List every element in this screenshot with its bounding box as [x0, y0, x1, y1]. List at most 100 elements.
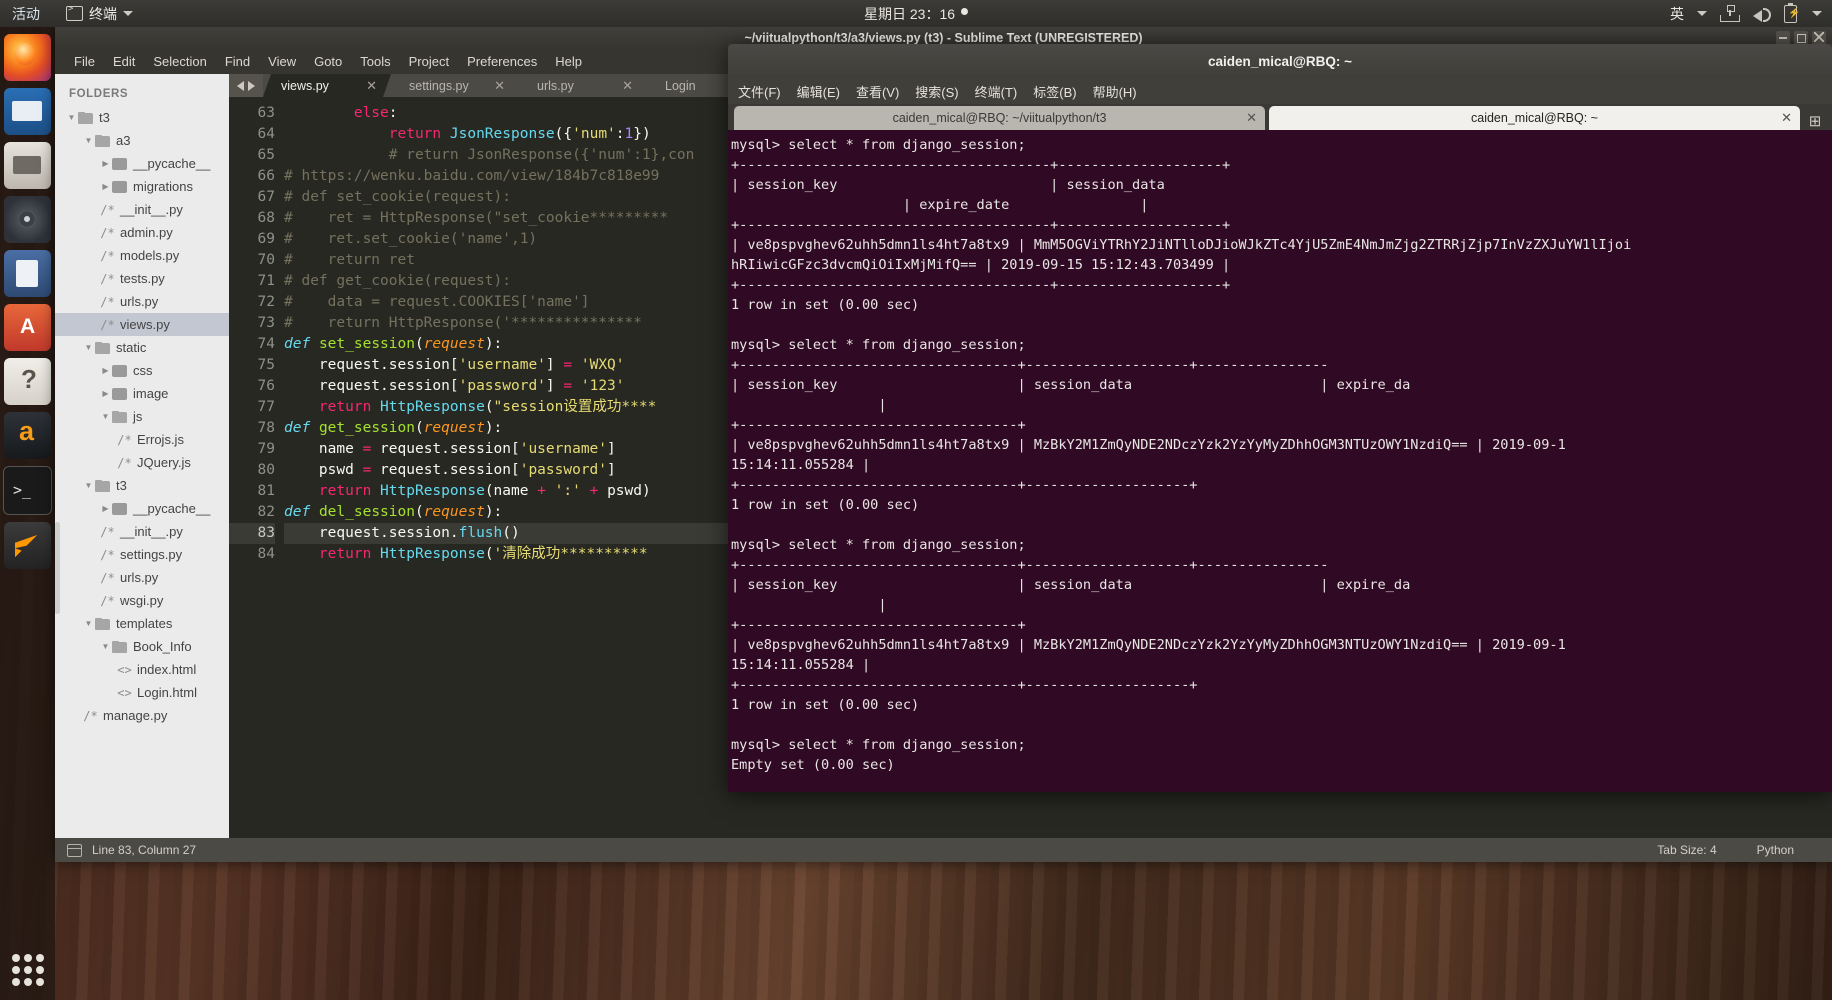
launcher-item-help[interactable] [4, 358, 51, 405]
minimize-icon[interactable] [1765, 53, 1780, 68]
terminal-menu-5[interactable]: 标签(B) [1025, 79, 1084, 104]
editor-tab-settings-py[interactable]: settings.py ✕ [391, 74, 519, 97]
system-menu-chevron-down-icon[interactable] [1812, 11, 1822, 16]
terminal-menu-0[interactable]: 文件(F) [730, 79, 789, 104]
close-icon[interactable]: ✕ [366, 78, 377, 94]
terminal-menu-2[interactable]: 查看(V) [848, 79, 907, 104]
twisty-open-icon[interactable]: ▼ [82, 343, 95, 352]
twisty-closed-icon[interactable]: ▶ [99, 366, 112, 375]
sublime-menu-find[interactable]: Find [216, 51, 259, 72]
file-item[interactable]: /* views.py [55, 313, 229, 336]
launcher-item-amazon[interactable] [4, 412, 51, 459]
close-icon[interactable]: ✕ [1781, 110, 1792, 126]
launcher-item-rhythmbox[interactable] [4, 196, 51, 243]
folder-item[interactable]: ▼ Book_Info [55, 635, 229, 658]
file-item[interactable]: /* tests.py [55, 267, 229, 290]
file-item[interactable]: <> index.html [55, 658, 229, 681]
sidebar-toggle-icon[interactable] [67, 843, 82, 857]
folder-item[interactable]: ▶ __pycache__ [55, 152, 229, 175]
sublime-menu-selection[interactable]: Selection [144, 51, 215, 72]
syntax-label[interactable]: Python [1757, 843, 1794, 857]
folder-item[interactable]: ▶ image [55, 382, 229, 405]
folder-item[interactable]: ▼ t3 [55, 106, 229, 129]
file-item[interactable]: /* manage.py [55, 704, 229, 727]
terminal-menu-3[interactable]: 搜索(S) [907, 79, 966, 104]
editor-tab-urls-py[interactable]: urls.py ✕ [519, 74, 647, 97]
close-icon[interactable] [1809, 53, 1824, 68]
close-icon[interactable]: ✕ [622, 78, 633, 94]
file-item[interactable]: <> Login.html [55, 681, 229, 704]
maximize-icon[interactable] [1794, 31, 1808, 45]
folder-item[interactable]: ▼ a3 [55, 129, 229, 152]
twisty-open-icon[interactable]: ▼ [82, 481, 95, 490]
file-item[interactable]: /* urls.py [55, 566, 229, 589]
twisty-closed-icon[interactable]: ▶ [99, 504, 112, 513]
terminal-menu-6[interactable]: 帮助(H) [1085, 79, 1145, 104]
terminal-output[interactable]: mysql> select * from django_session; +--… [728, 130, 1832, 792]
folder-item[interactable]: ▼ js [55, 405, 229, 428]
close-icon[interactable]: ✕ [494, 78, 505, 94]
new-tab-icon[interactable]: ⊞ [1804, 112, 1826, 130]
input-method-label[interactable]: 英 [1670, 4, 1684, 24]
close-icon[interactable] [1812, 31, 1826, 45]
sublime-menu-view[interactable]: View [259, 51, 305, 72]
folder-item[interactable]: ▼ templates [55, 612, 229, 635]
sublime-menu-tools[interactable]: Tools [351, 51, 399, 72]
sublime-menu-edit[interactable]: Edit [104, 51, 144, 72]
file-item[interactable]: /* admin.py [55, 221, 229, 244]
launcher-item-thunderbird[interactable] [4, 88, 51, 135]
launcher-item-sublime[interactable] [4, 522, 51, 569]
show-applications-button[interactable] [12, 954, 44, 986]
terminal-tab-0[interactable]: caiden_mical@RBQ: ~/viitualpython/t3 ✕ [734, 106, 1265, 130]
launcher-item-firefox[interactable] [4, 34, 51, 81]
sublime-menu-preferences[interactable]: Preferences [458, 51, 546, 72]
file-item[interactable]: /* __init__.py [55, 198, 229, 221]
launcher-item-ubuntu-software[interactable] [4, 304, 51, 351]
twisty-open-icon[interactable]: ▼ [82, 619, 95, 628]
twisty-closed-icon[interactable]: ▶ [99, 159, 112, 168]
file-item[interactable]: /* wsgi.py [55, 589, 229, 612]
clock-button[interactable]: 星期日 23：16 [864, 4, 969, 24]
twisty-open-icon[interactable]: ▼ [99, 412, 112, 421]
folder-item[interactable]: ▼ t3 [55, 474, 229, 497]
close-icon[interactable]: ✕ [1246, 110, 1257, 126]
folder-item[interactable]: ▶ __pycache__ [55, 497, 229, 520]
folder-item[interactable]: ▶ css [55, 359, 229, 382]
terminal-menu-4[interactable]: 终端(T) [967, 79, 1026, 104]
sublime-menu-project[interactable]: Project [400, 51, 458, 72]
folder-item[interactable]: ▶ migrations [55, 175, 229, 198]
file-item[interactable]: /* settings.py [55, 543, 229, 566]
file-item[interactable]: /* urls.py [55, 290, 229, 313]
file-item[interactable]: /* Errojs.js [55, 428, 229, 451]
twisty-open-icon[interactable]: ▼ [65, 113, 78, 122]
maximize-icon[interactable] [1787, 53, 1802, 68]
volume-icon[interactable] [1752, 5, 1771, 22]
tab-size-label[interactable]: Tab Size: 4 [1657, 843, 1716, 857]
sublime-menu-help[interactable]: Help [546, 51, 591, 72]
activities-button[interactable]: 活动 [12, 4, 40, 24]
sublime-menu-goto[interactable]: Goto [305, 51, 351, 72]
file-item[interactable]: /* JQuery.js [55, 451, 229, 474]
editor-tab-views-py[interactable]: views.py ✕ [263, 74, 391, 97]
sidebar-scrollbar[interactable] [55, 522, 60, 614]
twisty-open-icon[interactable]: ▼ [82, 136, 95, 145]
terminal-tab-1[interactable]: caiden_mical@RBQ: ~ ✕ [1269, 106, 1800, 130]
network-icon[interactable] [1720, 5, 1740, 22]
sublime-menu-file[interactable]: File [65, 51, 104, 72]
app-menu-button[interactable]: 终端 [66, 4, 133, 24]
tab-next-icon[interactable] [248, 80, 255, 91]
ime-chevron-down-icon[interactable] [1697, 11, 1707, 16]
launcher-item-libreoffice[interactable] [4, 250, 51, 297]
twisty-closed-icon[interactable]: ▶ [99, 182, 112, 191]
minimize-icon[interactable] [1776, 31, 1790, 45]
launcher-item-terminal[interactable] [3, 466, 52, 515]
twisty-closed-icon[interactable]: ▶ [99, 389, 112, 398]
folder-item[interactable]: ▼ static [55, 336, 229, 359]
tab-prev-icon[interactable] [237, 80, 244, 91]
twisty-open-icon[interactable]: ▼ [99, 642, 112, 651]
battery-icon[interactable]: ⚡ [1784, 2, 1800, 23]
tab-nav-arrows[interactable] [229, 74, 263, 97]
launcher-item-files[interactable] [4, 142, 51, 189]
terminal-menu-1[interactable]: 编辑(E) [789, 79, 848, 104]
file-item[interactable]: /* models.py [55, 244, 229, 267]
